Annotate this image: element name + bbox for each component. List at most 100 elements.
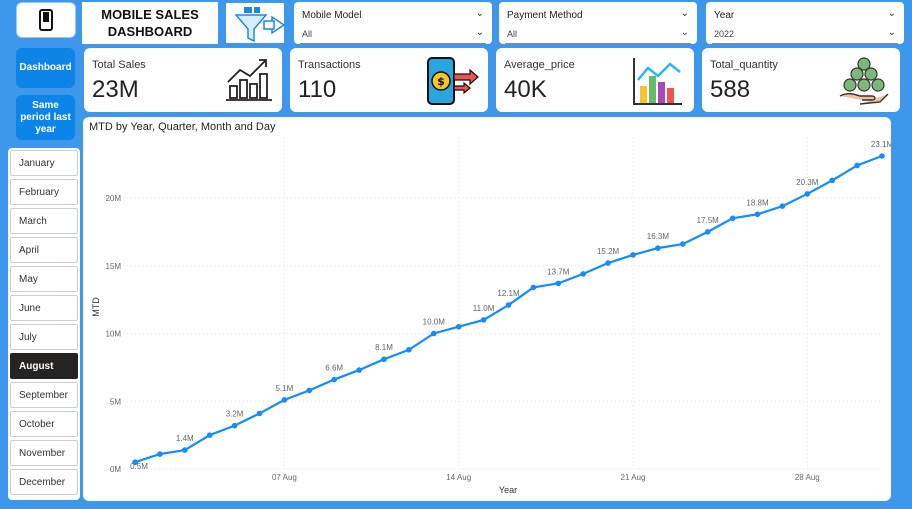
data-point [182,447,188,453]
data-point [829,177,835,184]
x-tick-label: 14 Aug [446,473,471,482]
data-point [680,241,686,247]
kpi-value: 588 [710,76,751,103]
month-item-november[interactable]: November [10,440,78,466]
kpi-label: Total Sales [92,59,146,71]
data-point [157,451,163,457]
y-tick-label: 20M [105,194,121,203]
y-tick-label: 5M [110,397,121,406]
x-axis-title: Year [499,485,517,495]
slicer-underline [505,43,691,44]
data-point [231,422,238,429]
data-point [256,410,263,417]
data-point [281,397,288,403]
data-label: 6.6M [325,364,343,373]
slicer-value: 2022 [714,29,735,39]
mobile-payment-icon: $ [427,57,479,105]
page-title: MOBILE SALES DASHBOARD [82,2,218,44]
slicer-label: Payment Method [507,10,583,21]
data-point [804,191,811,197]
kpi-label: Transactions [298,59,361,71]
data-point [580,271,586,277]
funnel-icon [234,7,286,43]
same-period-last-year-button[interactable]: Same period last year [16,95,75,140]
slicer-value: All [507,29,518,39]
data-point [356,367,362,373]
chevron-down-icon[interactable]: ⌄ [681,8,689,19]
data-label: 5.1M [276,384,294,393]
slicer-value: All [302,29,313,39]
data-label: 1.4M [176,434,194,443]
kpi-total-sales: Total Sales 23M [84,48,282,112]
money-hand-icon [839,57,889,105]
data-label: 11.0M [473,304,495,313]
chevron-down-icon[interactable]: ⌄ [888,27,896,38]
data-point [854,162,860,169]
month-item-january[interactable]: January [10,150,78,176]
title-line-1: MOBILE SALES [101,7,199,22]
kpi-total-quantity: Total_quantity 588 [702,48,900,112]
data-point [431,330,437,337]
data-point [480,317,487,323]
y-tick-label: 15M [105,262,121,271]
chevron-down-icon[interactable]: ⌄ [476,8,484,19]
month-item-september[interactable]: September [10,382,78,408]
growth-chart-icon [226,59,272,101]
data-point [630,252,636,258]
data-point [455,323,462,330]
mtd-series-line [134,154,883,464]
slicer-underline [712,43,898,44]
x-tick-label: 21 Aug [621,473,646,482]
data-point [381,356,387,363]
kpi-label: Average_price [504,59,575,71]
data-label: 18.8M [746,198,769,207]
data-label: 20.3M [796,178,819,187]
data-point [331,376,337,383]
month-item-may[interactable]: May [10,266,78,292]
kpi-value: 40K [504,76,547,103]
data-point [754,211,761,218]
month-item-april[interactable]: April [10,237,78,263]
kpi-value: 23M [92,76,139,103]
month-item-october[interactable]: October [10,411,78,437]
chevron-down-icon[interactable]: ⌄ [476,27,484,38]
phone-icon [39,9,53,31]
payment-method-slicer[interactable]: Payment Method ⌄ All ⌄ [499,2,697,44]
mtd-line-chart: MTD by Year, Quarter, Month and Day 0M 5M… [83,117,891,501]
kpi-label: Total_quantity [710,59,778,71]
data-label: 13.7M [547,267,570,276]
month-item-february[interactable]: February [10,179,78,205]
data-label: 15.2M [597,247,620,256]
data-point [406,346,412,353]
data-point [530,284,537,291]
mobile-model-slicer[interactable]: Mobile Model ⌄ All ⌄ [294,2,492,44]
bar-chart-icon [633,58,682,105]
chart-svg: 0M 5M 10M 15M 20M 07 Aug 14 Aug 21 Aug 28 Aug Yea… [91,137,891,495]
month-item-june[interactable]: June [10,295,78,321]
kpi-value: 110 [298,76,337,103]
dashboard-button[interactable]: Dashboard [16,48,75,88]
slicer-label: Mobile Model [302,10,362,21]
chevron-down-icon[interactable]: ⌄ [681,27,689,38]
slicer-underline [300,43,486,44]
filter-button[interactable] [225,2,286,44]
app-logo [16,2,76,38]
data-label: 8.1M [375,343,393,352]
month-item-december[interactable]: December [10,469,78,495]
data-label: 0.5M [130,462,148,471]
data-label: 10.0M [423,318,446,327]
year-slicer[interactable]: Year ⌄ 2022 ⌄ [706,2,904,44]
data-label: 17.5M [697,216,720,225]
data-point [655,245,661,251]
month-item-august[interactable]: August [10,353,78,379]
chevron-down-icon[interactable]: ⌄ [888,8,896,19]
month-item-march[interactable]: March [10,208,78,234]
svg-text:$: $ [437,75,445,88]
data-point [704,229,711,235]
month-item-july[interactable]: July [10,324,78,350]
x-tick-label: 28 Aug [795,473,820,482]
data-point [206,432,213,438]
data-point [605,260,611,266]
month-slicer: January February March April May June Ju… [8,148,80,500]
data-label: 23.1M [871,140,891,149]
